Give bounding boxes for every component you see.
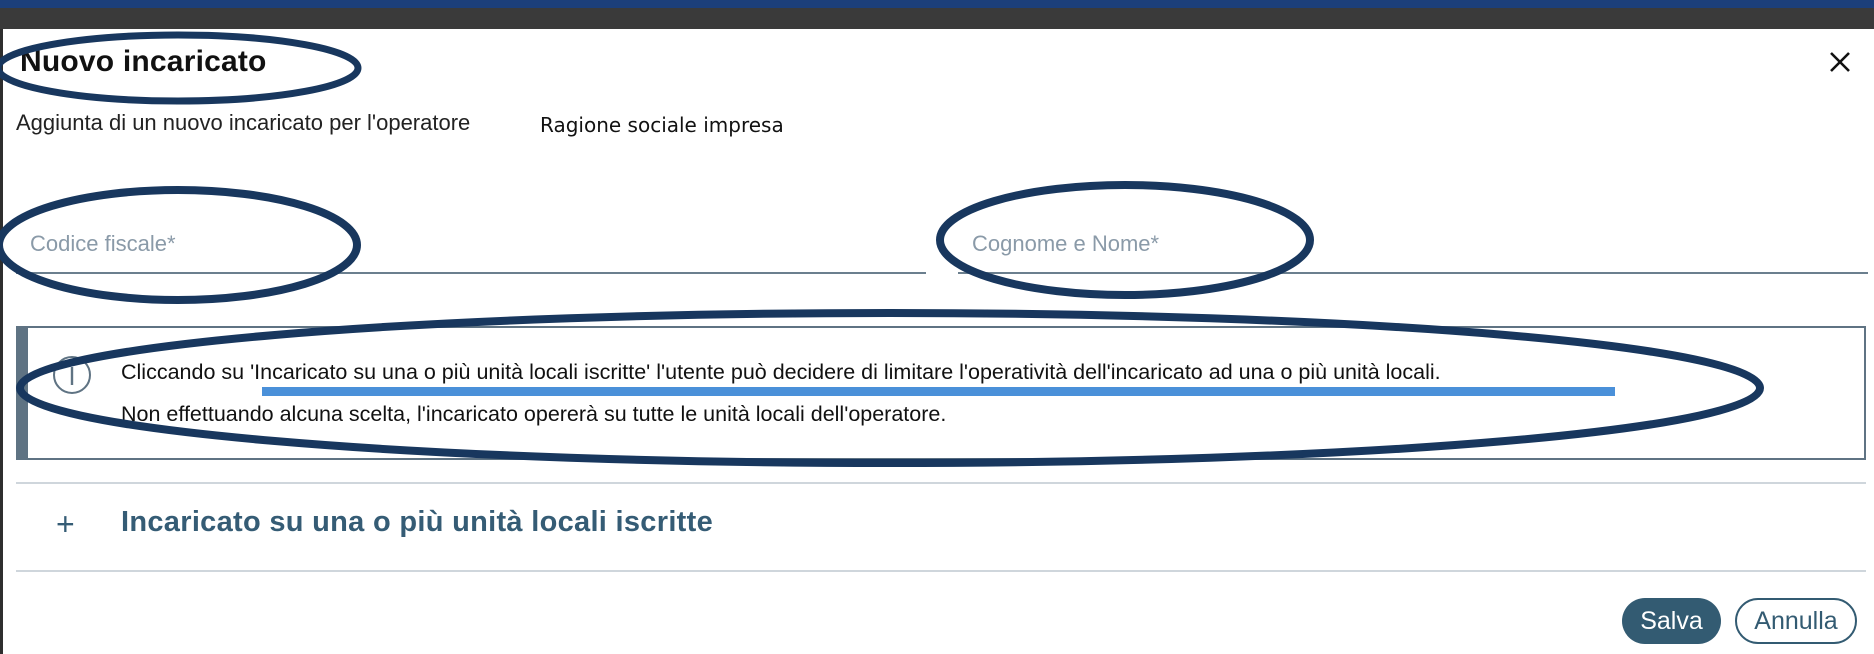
close-button[interactable] [1822,44,1858,80]
cancel-button[interactable]: Annulla [1735,598,1857,644]
accordion-label: Incaricato su una o più unità locali isc… [121,506,714,538]
info-panel [16,326,1866,460]
backdrop-edge [0,29,3,654]
window-top-bar [0,0,1874,8]
cognome-nome-input[interactable] [958,220,1868,268]
info-icon [53,356,91,394]
company-name: Ragione sociale impresa [540,113,784,137]
plus-icon: + [56,506,75,542]
divider [16,482,1866,484]
dialog-title: Nuovo incaricato [20,45,267,78]
backdrop-strip [0,8,1874,29]
divider [16,570,1866,572]
dialog-subtitle: Aggiunta di un nuovo incaricato per l'op… [16,110,471,135]
close-icon [1830,52,1850,72]
codice-fiscale-field[interactable] [16,220,926,274]
add-local-unit-accordion[interactable]: + Incaricato su una o più unità locali i… [16,490,1866,564]
info-text-line2: Non effettuando alcuna scelta, l'incaric… [121,402,947,426]
modal-screen: Nuovo incaricato Aggiunta di un nuovo in… [0,0,1874,654]
save-button[interactable]: Salva [1622,598,1721,644]
cognome-nome-field[interactable] [958,220,1868,274]
info-text-line1: Cliccando su 'Incaricato su una o più un… [121,360,1441,384]
codice-fiscale-input[interactable] [16,220,926,268]
